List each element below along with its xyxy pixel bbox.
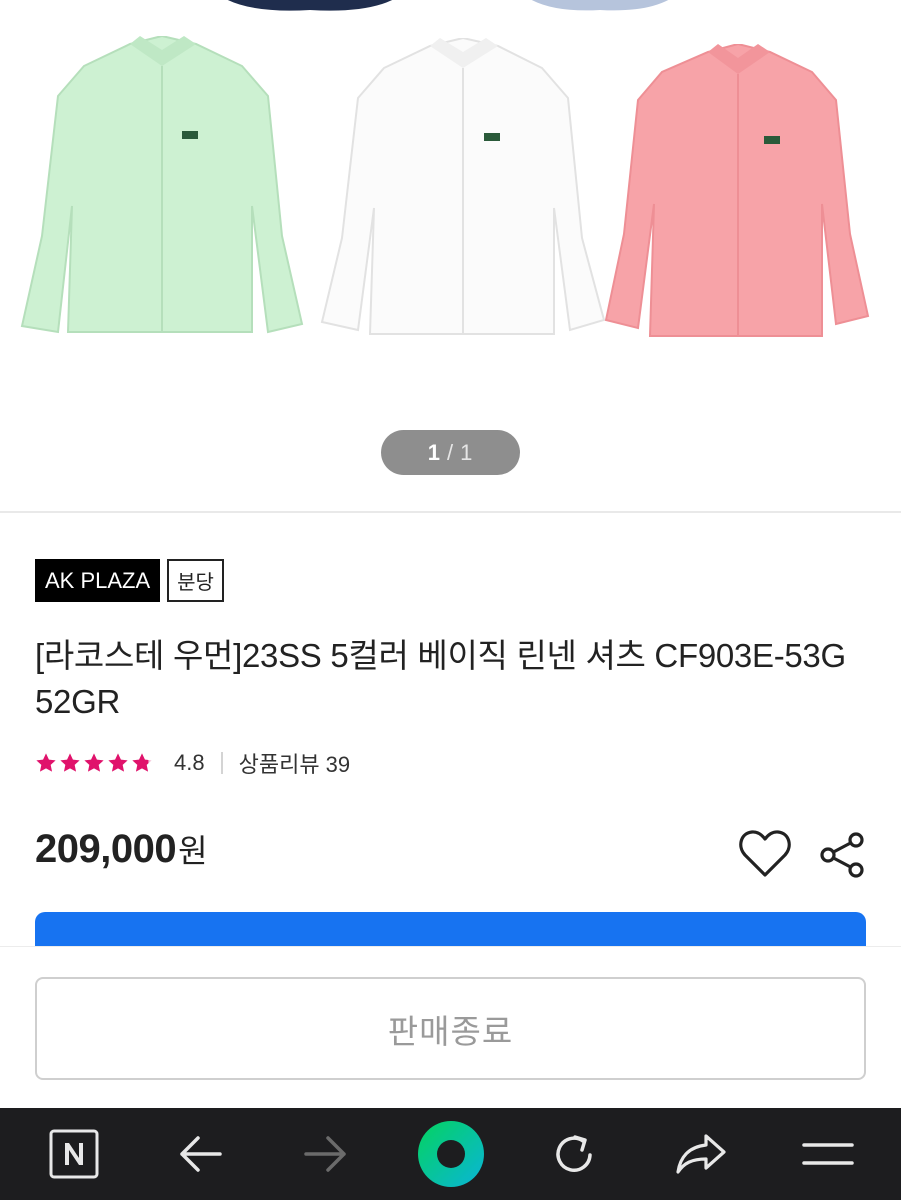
green-dot-icon xyxy=(418,1121,484,1187)
naver-n-icon xyxy=(49,1129,99,1179)
star-icon xyxy=(36,753,56,772)
reload-button[interactable] xyxy=(546,1108,602,1200)
white-shirt-image xyxy=(320,38,606,335)
image-counter-total: 1 xyxy=(460,439,474,465)
naver-home-button[interactable] xyxy=(46,1108,102,1200)
sold-out-button[interactable]: 판매종료 xyxy=(35,977,866,1080)
image-counter: 1 / 1 xyxy=(381,430,520,475)
browser-toolbar xyxy=(0,1108,901,1200)
store-badges: AK PLAZA 분당 xyxy=(35,559,224,602)
star-half-icon xyxy=(132,753,152,772)
divider xyxy=(0,511,901,513)
share-button[interactable] xyxy=(818,830,868,880)
brand-badge: AK PLAZA xyxy=(35,559,161,602)
share-arrow-icon xyxy=(676,1134,726,1174)
share-icon xyxy=(820,832,864,878)
image-counter-separator: / xyxy=(446,439,455,465)
divider xyxy=(220,752,223,774)
branch-badge: 분당 xyxy=(167,559,224,602)
pink-shirt-image xyxy=(604,44,870,337)
menu-icon xyxy=(802,1143,854,1165)
menu-button[interactable] xyxy=(800,1108,856,1200)
star-icon xyxy=(60,753,80,772)
reload-icon xyxy=(556,1135,592,1172)
back-button[interactable] xyxy=(172,1108,228,1200)
rating-row[interactable]: 4.8 상품리뷰 39 xyxy=(35,746,350,780)
review-count-link[interactable]: 상품리뷰 39 xyxy=(239,747,351,779)
price: 209,000 원 xyxy=(35,826,208,872)
rating-stars xyxy=(35,752,153,774)
page-share-button[interactable] xyxy=(672,1108,730,1200)
price-unit: 원 xyxy=(178,833,208,869)
wishlist-button[interactable] xyxy=(738,828,792,880)
mint-shirt-image xyxy=(20,36,304,334)
forward-arrow-icon xyxy=(304,1136,346,1172)
star-icon xyxy=(84,753,104,772)
navy-shirt-partial xyxy=(227,0,393,11)
rating-value: 4.8 xyxy=(174,750,205,775)
blue-stripe-shirt-partial xyxy=(531,0,669,11)
image-counter-current: 1 xyxy=(427,439,441,465)
green-dot-button[interactable] xyxy=(414,1108,488,1200)
forward-button[interactable] xyxy=(298,1108,354,1200)
heart-outline-icon xyxy=(739,830,791,877)
star-icon xyxy=(108,753,128,772)
product-image-gallery[interactable]: 1 / 1 xyxy=(0,0,901,512)
back-arrow-icon xyxy=(180,1136,222,1172)
product-title: [라코스테 우먼]23SS 5컬러 베이직 린넨 셔츠 CF903E-53G 5… xyxy=(35,637,846,720)
price-amount: 209,000 xyxy=(35,827,177,871)
